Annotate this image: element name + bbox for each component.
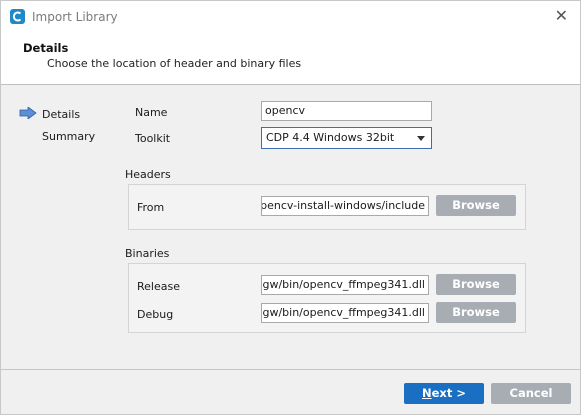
header-subtitle: Choose the location of header and binary… [47,57,302,70]
from-label: From [137,201,165,214]
headers-group-label: Headers [125,168,171,181]
debug-browse-button[interactable]: Browse [436,302,516,323]
wizard-header: Details Choose the location of header an… [1,32,580,85]
next-button[interactable]: Next > [404,383,484,404]
import-library-dialog: Import Library ✕ Details Choose the loca… [0,0,581,415]
chevron-down-icon [417,136,425,141]
footer-divider [1,369,580,370]
debug-label: Debug [137,308,174,321]
headers-browse-button[interactable]: Browse [436,195,516,216]
toolkit-selected-value: CDP 4.4 Windows 32bit [266,131,395,144]
cancel-button[interactable]: Cancel [491,383,571,404]
nav-item-details[interactable]: Details [42,108,80,121]
app-logo-icon [10,9,25,24]
toolkit-label: Toolkit [135,132,171,145]
release-browse-button[interactable]: Browse [436,274,516,295]
headers-path-input[interactable]: cv/opencv-install-windows/include [261,196,429,216]
current-step-arrow-icon [19,107,37,119]
window-title: Import Library [32,10,118,24]
toolkit-select[interactable]: CDP 4.4 Windows 32bit [261,127,432,149]
close-icon[interactable]: ✕ [555,7,568,25]
header-title: Details [23,41,69,55]
binaries-group-label: Binaries [125,247,170,260]
debug-path-input[interactable]: /mingw/bin/opencv_ffmpeg341.dll [261,303,429,323]
release-label: Release [137,280,180,293]
release-path-input[interactable]: /mingw/bin/opencv_ffmpeg341.dll [261,275,429,295]
name-label: Name [135,106,168,119]
name-input[interactable]: opencv [261,101,432,121]
title-bar: Import Library ✕ [1,1,580,32]
nav-item-summary[interactable]: Summary [42,130,95,143]
